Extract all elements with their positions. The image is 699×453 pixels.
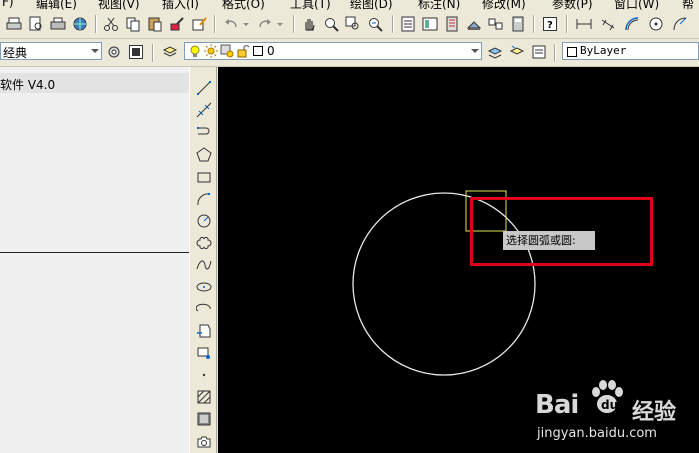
menu-bar: F) 编辑(E) 视图(V) 插入(I) 格式(O) 工具(T) 绘图(D) 标… bbox=[0, 0, 699, 10]
line-icon[interactable] bbox=[194, 78, 214, 98]
undo-icon[interactable] bbox=[221, 14, 241, 34]
zoom-previous-icon[interactable] bbox=[365, 14, 385, 34]
divider bbox=[0, 252, 189, 253]
workspace-settings-icon[interactable] bbox=[104, 42, 124, 62]
redo-icon[interactable] bbox=[255, 14, 275, 34]
revision-cloud-icon[interactable] bbox=[194, 233, 214, 253]
layer-previous-icon[interactable] bbox=[507, 42, 527, 62]
color-swatch-icon bbox=[567, 47, 577, 57]
chevron-down-icon bbox=[471, 49, 479, 53]
make-current-layer-icon[interactable] bbox=[485, 42, 505, 62]
panel-header: 软件 V4.0 bbox=[0, 73, 189, 93]
design-center-icon[interactable] bbox=[420, 14, 440, 34]
tool-palettes-icon[interactable] bbox=[442, 14, 462, 34]
panel-title: 软件 V4.0 bbox=[0, 78, 56, 92]
calculator-icon[interactable] bbox=[508, 14, 528, 34]
svg-text:du: du bbox=[601, 398, 618, 412]
baidu-watermark: du Bai 经验 jingyan.baidu.com bbox=[535, 378, 695, 453]
match-properties-icon[interactable] bbox=[167, 14, 187, 34]
maximize-viewport-icon[interactable] bbox=[126, 42, 146, 62]
color-select[interactable]: ByLayer bbox=[562, 42, 699, 60]
zoom-window-icon[interactable] bbox=[343, 14, 363, 34]
rectangle-icon[interactable] bbox=[194, 167, 214, 187]
chevron-down-icon bbox=[91, 49, 99, 53]
workspace-select[interactable]: 经典 bbox=[0, 42, 102, 60]
block-editor-icon[interactable] bbox=[189, 14, 209, 34]
properties-icon[interactable] bbox=[398, 14, 418, 34]
sheet-set-icon[interactable] bbox=[464, 14, 484, 34]
menu-window[interactable]: 窗口(W) bbox=[614, 0, 659, 10]
markup-icon[interactable] bbox=[486, 14, 506, 34]
hatch-icon[interactable] bbox=[194, 387, 214, 407]
menu-help[interactable]: 帮 bbox=[682, 0, 694, 10]
region-icon[interactable] bbox=[194, 431, 214, 451]
linear-dimension-icon[interactable] bbox=[574, 14, 594, 34]
print-preview-icon[interactable] bbox=[26, 14, 46, 34]
polygon-icon[interactable] bbox=[194, 145, 214, 165]
menu-file[interactable]: F) bbox=[2, 0, 14, 9]
arc-length-icon[interactable] bbox=[622, 14, 642, 34]
publish-icon[interactable] bbox=[70, 14, 90, 34]
menu-draw[interactable]: 绘图(D) bbox=[350, 0, 393, 10]
ellipse-icon[interactable] bbox=[194, 277, 214, 297]
layer-states-icon[interactable] bbox=[529, 42, 549, 62]
ordinate-dimension-icon[interactable] bbox=[646, 14, 666, 34]
layers-toolbar: 经典 0 ByLayer bbox=[0, 39, 699, 67]
arc-icon[interactable] bbox=[194, 189, 214, 209]
menu-parameters[interactable]: 参数(P) bbox=[552, 0, 593, 10]
point-icon[interactable] bbox=[194, 365, 214, 385]
highlight-box bbox=[470, 197, 653, 266]
left-panel: 软件 V4.0 bbox=[0, 67, 189, 453]
circle-icon[interactable] bbox=[194, 211, 214, 231]
menu-edit[interactable]: 编辑(E) bbox=[36, 0, 77, 10]
ellipse-arc-icon[interactable] bbox=[194, 299, 214, 319]
color-value: ByLayer bbox=[580, 44, 627, 57]
gradient-icon[interactable] bbox=[194, 409, 214, 429]
layer-name: 0 bbox=[267, 44, 275, 58]
svg-text:?: ? bbox=[547, 20, 553, 31]
pan-icon[interactable] bbox=[299, 14, 319, 34]
zoom-realtime-icon[interactable] bbox=[321, 14, 341, 34]
color-swatch-icon bbox=[253, 46, 263, 56]
draw-toolbar bbox=[189, 67, 217, 453]
unlock-icon bbox=[236, 44, 250, 61]
aligned-dimension-icon[interactable] bbox=[598, 14, 618, 34]
watermark-url: jingyan.baidu.com bbox=[537, 426, 657, 441]
undo-dropdown-icon[interactable] bbox=[241, 14, 251, 34]
menu-tools[interactable]: 工具(T) bbox=[290, 0, 331, 10]
radius-dimension-icon[interactable] bbox=[670, 14, 690, 34]
viewport-freeze-icon bbox=[220, 44, 234, 61]
layer-properties-icon[interactable] bbox=[160, 42, 180, 62]
copy-icon[interactable] bbox=[123, 14, 143, 34]
plot-icon[interactable] bbox=[48, 14, 68, 34]
make-block-icon[interactable] bbox=[194, 343, 214, 363]
spline-icon[interactable] bbox=[194, 255, 214, 275]
cut-icon[interactable] bbox=[101, 14, 121, 34]
construction-line-icon[interactable] bbox=[194, 100, 214, 120]
paste-icon[interactable] bbox=[145, 14, 165, 34]
menu-modify[interactable]: 修改(M) bbox=[482, 0, 526, 10]
sun-icon bbox=[204, 44, 218, 61]
polyline-icon[interactable] bbox=[194, 122, 214, 142]
menu-dimension[interactable]: 标注(N) bbox=[418, 0, 460, 10]
redo-dropdown-icon[interactable] bbox=[275, 14, 285, 34]
workspace-select-value: 经典 bbox=[3, 46, 28, 60]
print-icon[interactable] bbox=[4, 14, 24, 34]
standard-toolbar: ? bbox=[0, 10, 699, 39]
lightbulb-icon bbox=[188, 44, 202, 61]
watermark-brand: Bai bbox=[535, 390, 579, 420]
layer-select[interactable]: 0 bbox=[184, 42, 482, 60]
watermark-brand-secondary: 经验 bbox=[632, 400, 677, 425]
insert-block-icon[interactable] bbox=[194, 321, 214, 341]
menu-format[interactable]: 格式(O) bbox=[222, 0, 265, 10]
menu-insert[interactable]: 插入(I) bbox=[162, 0, 199, 10]
menu-view[interactable]: 视图(V) bbox=[98, 0, 140, 10]
paw-logo-icon: du bbox=[587, 378, 627, 421]
help-icon[interactable]: ? bbox=[540, 14, 560, 34]
